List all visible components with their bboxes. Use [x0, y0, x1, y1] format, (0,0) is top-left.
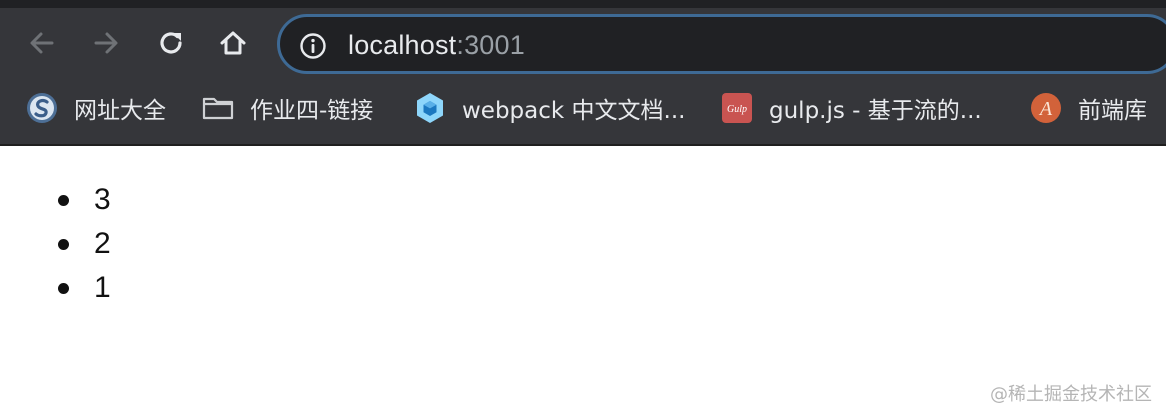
list-item-text: 2	[94, 227, 111, 260]
home-icon[interactable]	[215, 25, 251, 61]
forward-arrow-icon[interactable]	[88, 25, 124, 61]
url-port: :3001	[456, 30, 525, 60]
bookmark-webpack[interactable]: webpack 中文文档...	[414, 92, 685, 124]
tab-strip	[0, 0, 1166, 8]
webpack-cube-icon	[414, 92, 446, 124]
bullet-dot	[58, 195, 69, 206]
bullet-dot	[58, 239, 69, 250]
bookmark-label: webpack 中文文档...	[462, 98, 686, 124]
svg-text:Gulp: Gulp	[727, 104, 747, 115]
bookmark-qianduanku[interactable]: A 前端库	[1030, 92, 1147, 124]
bookmark-label: 作业四-链接	[250, 98, 374, 124]
bookmark-folder-zuoye[interactable]: 作业四-链接	[202, 92, 373, 124]
bookmark-label: 网址大全	[74, 98, 166, 124]
address-bar[interactable]: localhost:3001	[277, 14, 1166, 74]
watermark: @稀土掘金技术社区	[990, 384, 1152, 405]
info-icon[interactable]	[299, 32, 327, 60]
globe-s-icon	[26, 92, 58, 124]
bullet-list: 3 2 1	[56, 178, 111, 310]
bullet-dot	[58, 283, 69, 294]
page-content: 3 2 1 @稀土掘金技术社区	[0, 146, 1166, 418]
url-host: localhost	[348, 30, 457, 60]
folder-icon	[202, 92, 234, 124]
list-item: 3	[56, 178, 111, 222]
bookmark-label: 前端库	[1078, 98, 1147, 124]
reload-icon[interactable]	[153, 25, 189, 61]
browser-chrome: localhost:3001 网址大全 作业四-链接 webpack 中文文档.…	[0, 0, 1166, 146]
bookmark-gulp[interactable]: Gulp gulp.js - 基于流的...	[721, 92, 982, 124]
svg-text:A: A	[1038, 98, 1053, 120]
list-item-text: 3	[94, 183, 111, 216]
back-arrow-icon[interactable]	[24, 25, 60, 61]
bookmark-label: gulp.js - 基于流的...	[769, 98, 982, 124]
list-item-text: 1	[94, 271, 111, 304]
browser-toolbar: localhost:3001	[0, 8, 1166, 82]
bookmark-wangzhi-daquan[interactable]: 网址大全	[26, 92, 166, 124]
list-item: 1	[56, 266, 111, 310]
bookmarks-bar: 网址大全 作业四-链接 webpack 中文文档... Gulp gulp.js…	[0, 82, 1166, 144]
list-item: 2	[56, 222, 111, 266]
gulp-logo-icon: Gulp	[721, 92, 753, 124]
url-text: localhost:3001	[348, 29, 525, 61]
letter-a-badge-icon: A	[1030, 92, 1062, 124]
